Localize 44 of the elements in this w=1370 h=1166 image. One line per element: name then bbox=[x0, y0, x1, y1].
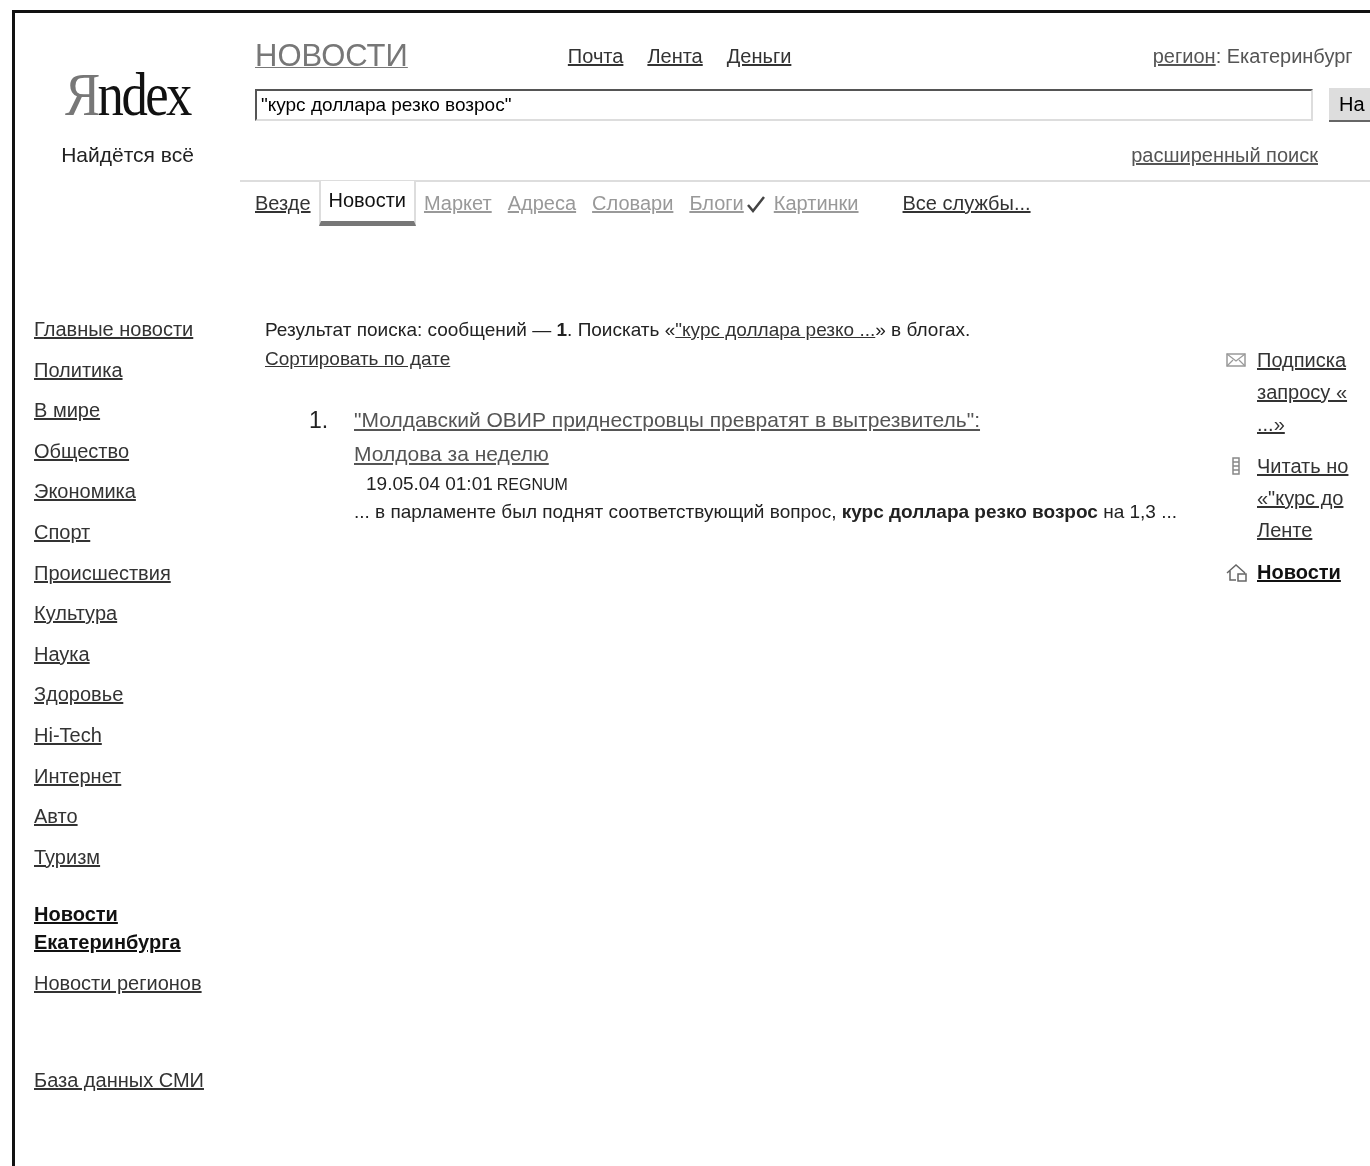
sidebar-link[interactable]: Hi-Tech bbox=[34, 721, 102, 750]
sort-by-date-link[interactable]: Сортировать по дате bbox=[265, 347, 451, 369]
side-link[interactable]: Подписка запросу « ...» bbox=[1257, 344, 1348, 440]
search-field[interactable]: "курс доллара резко возрос" bbox=[255, 89, 1313, 121]
blog-search-link[interactable]: "курс доллара резко ... bbox=[675, 319, 876, 340]
search-tab[interactable]: Везде bbox=[255, 184, 319, 226]
sidebar-link[interactable]: Здоровье bbox=[34, 681, 124, 709]
region-link[interactable]: регион bbox=[1152, 45, 1216, 67]
service-link[interactable]: Лента bbox=[647, 41, 703, 71]
sidebar-link[interactable]: Туризм bbox=[34, 843, 101, 872]
side-link[interactable]: Новости bbox=[1257, 556, 1341, 588]
sidebar-link[interactable]: Происшествия bbox=[34, 559, 171, 588]
service-link[interactable]: Деньги bbox=[726, 41, 792, 71]
result-title-link[interactable]: "Молдавский ОВИР приднестровцы превратят в вытрезвитель": Молдова за неделю bbox=[354, 403, 1044, 471]
sidebar-link[interactable]: В мире bbox=[34, 397, 101, 425]
search-button[interactable]: На bbox=[1329, 88, 1370, 122]
sidebar-link[interactable]: Культура bbox=[34, 600, 118, 628]
logo-tagline: Найдётся всё bbox=[60, 142, 195, 168]
sidebar-link[interactable]: Интернет bbox=[34, 762, 122, 791]
result-number: 1. bbox=[309, 406, 330, 435]
sidebar-link[interactable]: Наука bbox=[34, 640, 90, 669]
sidebar-link[interactable]: Экономика bbox=[34, 478, 136, 506]
service-link[interactable]: Почта bbox=[567, 41, 624, 71]
sidebar-link[interactable]: Спорт bbox=[34, 518, 91, 547]
sidebar-link[interactable]: Новости Екатеринбурга bbox=[34, 901, 214, 957]
sidebar-link[interactable]: Политика bbox=[34, 356, 123, 385]
logo: Яndex bbox=[65, 63, 190, 125]
sidebar-link[interactable]: Главные новости bbox=[34, 316, 194, 344]
sidebar-link[interactable]: Авто bbox=[34, 803, 78, 831]
all-services-link[interactable]: Все службы... bbox=[902, 188, 1031, 226]
search-summary: Результат поиска: сообщений — 1. Поискать «"курс доллара резко ...» в блогах. bbox=[265, 318, 972, 342]
result-source: REGNUM bbox=[496, 476, 568, 494]
advanced-search-link[interactable]: расширенный поиск bbox=[1131, 144, 1318, 166]
sidebar-link[interactable]: Общество bbox=[34, 437, 130, 466]
search-tab[interactable]: Новости bbox=[318, 181, 416, 226]
result-snippet: ... в парламенте был поднят соответствующий вопрос, курс доллара резко возрос на 1,3 ... bbox=[354, 499, 1178, 524]
house-icon bbox=[1225, 562, 1247, 582]
side-link[interactable]: Читать но «"курс до Ленте bbox=[1257, 450, 1349, 546]
result-date: 19.05.04 01:01 bbox=[366, 473, 493, 495]
sidebar-link[interactable]: База данных СМИ bbox=[34, 1067, 204, 1095]
section-title-link[interactable]: НОВОСТИ bbox=[255, 40, 408, 71]
sidebar-link[interactable]: Новости регионов bbox=[34, 969, 202, 998]
envelope-icon bbox=[1225, 350, 1247, 370]
region-text: регион: Екатеринбург bbox=[1152, 44, 1354, 69]
